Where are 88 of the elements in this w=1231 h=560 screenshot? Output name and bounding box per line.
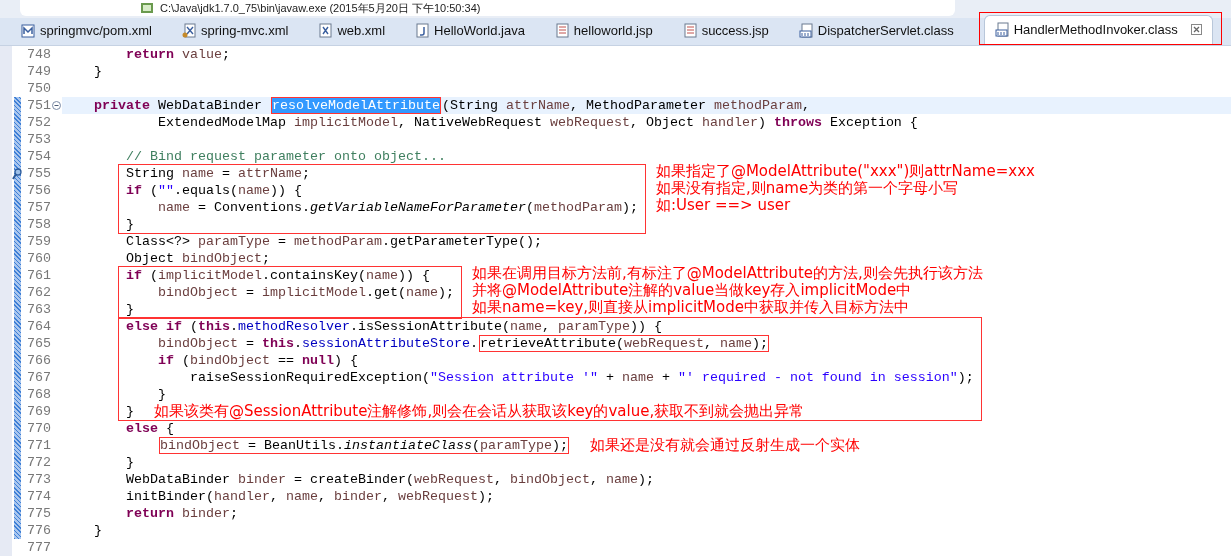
code-line: name = Conventions.getVariableNameForParameter(methodParam);: [158, 199, 638, 216]
annotation-box: retrieveAttribute(webRequest, name);: [478, 335, 769, 352]
line-number: 776: [26, 522, 51, 539]
class-file-icon: [798, 22, 813, 38]
code-line: bindObject = this.sessionAttributeStore.: [158, 335, 478, 352]
code-line: private WebDataBinder: [94, 97, 263, 114]
code-line: }: [126, 216, 134, 233]
annotation-box: bindObject = BeanUtils.instantiateClass(paramType);: [159, 437, 569, 454]
line-number: 768: [26, 386, 51, 403]
line-number: 754: [26, 148, 51, 165]
editor-tab[interactable]: springmvc/pom.xml: [10, 15, 163, 45]
line-number: 753: [26, 131, 51, 148]
code-line: }: [94, 63, 102, 80]
code-line: (String attrName, MethodParameter methodParam,: [441, 97, 810, 114]
line-number: 751: [26, 97, 51, 114]
line-number: 777: [26, 539, 51, 556]
line-number: 757: [26, 199, 51, 216]
line-number: 765: [26, 335, 51, 352]
annotation-note: 如:User ==> user: [655, 197, 792, 214]
line-number: 755: [26, 165, 51, 182]
code-line: return value;: [126, 46, 230, 63]
code-line: ExtendedModelMap implicitModel, NativeWebRequest webRequest, Object handler) throws Exception {: [158, 114, 918, 131]
code-line: if (implicitModel.containsKey(name)) {: [126, 267, 430, 284]
document-icon: [554, 22, 569, 38]
line-number: 748: [26, 46, 51, 63]
xml-file-icon: [318, 22, 333, 38]
editor-tab[interactable]: HandlerMethodInvoker.class: [983, 14, 1213, 44]
annotation-box: resolveModelAttribute: [271, 97, 441, 114]
line-number: 761: [26, 267, 51, 284]
line-number: 763: [26, 301, 51, 318]
annotation-note: 如果该类有@SessionAttribute注解修饰,则会在会话从获取该key的value,获取不到就会抛出异常: [154, 403, 805, 420]
editor-tab[interactable]: web.xml: [307, 15, 397, 45]
line-number: 774: [26, 488, 51, 505]
code-line: initBinder(handler, name, binder, webRequest);: [126, 488, 494, 505]
line-number: 771: [26, 437, 51, 454]
code-line: }: [126, 403, 134, 420]
code-line: raiseSessionRequiredException("Session attribute '" + name + "' required - not found in session");: [190, 369, 974, 386]
editor-tab[interactable]: DispatcherServlet.class: [787, 15, 965, 45]
code-line: }: [126, 454, 134, 471]
line-number: 758: [26, 216, 51, 233]
code-line: bindObject = implicitModel.get(name);: [158, 284, 454, 301]
xml-file-icon: [181, 22, 196, 38]
code-line: if ("".equals(name)) {: [126, 182, 302, 199]
line-number: 773: [26, 471, 51, 488]
annotation-note: 如果没有指定,则name为类的第一个字母小写: [655, 180, 960, 197]
editor-tab[interactable]: success.jsp: [671, 15, 780, 45]
line-number: 766: [26, 352, 51, 369]
code-line: Class<?> paramType = methodParam.getParameterType();: [126, 233, 542, 250]
console-icon: [140, 2, 154, 14]
code-line: else {: [126, 420, 174, 437]
annotation-note: 如果在调用目标方法前,有标注了@ModelAttribute的方法,则会先执行该方法: [471, 265, 983, 282]
document-icon: [21, 22, 35, 38]
console-title: C:\Java\jdk1.7.0_75\bin\javaw.exe (2015年5月20日 下午10:50:34): [160, 1, 481, 15]
code-line: // Bind request parameter onto object...: [126, 148, 446, 165]
line-number: 772: [26, 454, 51, 471]
document-icon: [682, 22, 697, 38]
line-number: 749: [26, 63, 51, 80]
code-line: }: [158, 386, 166, 403]
code-line: Object bindObject;: [126, 250, 270, 267]
annotation-note: 如果指定了@ModelAttribute("xxx")则attrName=xxx: [655, 163, 1035, 180]
code-line: return binder;: [126, 505, 238, 522]
line-number: 750: [26, 80, 51, 97]
code-line: if (bindObject == null) {: [158, 352, 358, 369]
editor-tab[interactable]: helloworld.jsp: [543, 15, 664, 45]
line-number: 767: [26, 369, 51, 386]
line-number: 759: [26, 233, 51, 250]
annotation-note: 如果还是没有就会通过反射生成一个实体: [589, 437, 860, 454]
line-number: 762: [26, 284, 51, 301]
line-number: 752: [26, 114, 51, 131]
code-line: }: [126, 301, 134, 318]
line-number: 764: [26, 318, 51, 335]
class-file-icon: [994, 21, 1009, 37]
java-file-icon: [415, 22, 430, 38]
line-number: 769: [26, 403, 51, 420]
editor-tab[interactable]: spring-mvc.xml: [170, 15, 300, 45]
annotation-note: 并将@ModelAttribute注解的value当做key存入implicitMode中: [471, 282, 913, 299]
code-line: WebDataBinder binder = createBinder(webRequest, bindObject, name);: [126, 471, 654, 488]
code-line: }: [94, 522, 102, 539]
line-number: 775: [26, 505, 51, 522]
line-number: 756: [26, 182, 51, 199]
code-line: String name = attrName;: [126, 165, 310, 182]
close-icon[interactable]: [1190, 23, 1202, 35]
line-number: 770: [26, 420, 51, 437]
editor-tab[interactable]: HelloWorld.java: [404, 15, 536, 45]
code-line: else if (this.methodResolver.isSessionAttribute(name, paramType)) {: [126, 318, 662, 335]
line-number: 760: [26, 250, 51, 267]
collapse-icon[interactable]: [52, 101, 61, 110]
annotation-note: 如果name=key,则直接从implicitMode中获取并传入目标方法中: [471, 299, 910, 316]
